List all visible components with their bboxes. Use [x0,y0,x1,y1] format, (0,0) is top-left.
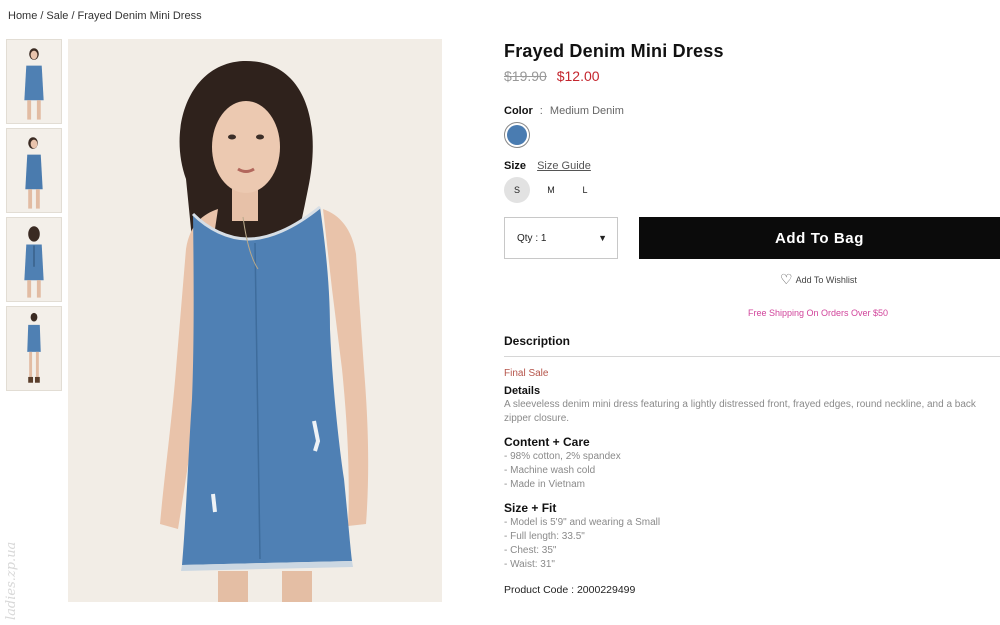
color-swatch-medium-denim[interactable] [504,122,530,148]
original-price: $19.90 [504,68,547,84]
breadcrumb-current: Frayed Denim Mini Dress [77,10,202,22]
breadcrumb-sale[interactable]: Sale [46,10,68,22]
content-item: - 98% cotton, 2% spandex [504,451,621,462]
size-option-m[interactable]: M [538,177,564,203]
thumbnail-front[interactable] [6,39,62,124]
size-label: Size [504,160,527,172]
add-to-wishlist-link[interactable]: ♡ Add To Wishlist [780,271,1000,288]
fit-item: - Model is 5'9" and wearing a Small [504,517,661,528]
quantity-value: Qty : 1 [517,232,547,244]
details-text: A sleeveless denim mini dress featuring … [504,399,976,424]
details-heading: Details [504,385,541,397]
size-option-s[interactable]: S [504,177,530,203]
size-options: S M L [504,177,1000,203]
thumbnail-back[interactable] [6,217,62,302]
description-heading: Description [504,334,1000,357]
product-info: Frayed Denim Mini Dress $19.90 $12.00 Co… [504,39,1000,596]
product-title: Frayed Denim Mini Dress [504,41,724,61]
swatch-fill [507,125,527,145]
final-sale-label: Final Sale [504,368,549,379]
wishlist-label: Add To Wishlist [795,274,857,285]
price-row: $19.90 $12.00 [504,68,1000,84]
size-guide-link[interactable]: Size Guide [537,160,591,172]
color-colon: : [539,105,543,117]
breadcrumb-home[interactable]: Home [8,10,37,22]
size-fit-list: - Model is 5'9" and wearing a Small - Fu… [504,516,1000,572]
fit-item: - Full length: 33.5" [504,531,585,542]
buy-row: Qty : 1 ▼ Add To Bag [504,217,1000,259]
breadcrumb-separator: / [71,10,75,22]
breadcrumb-separator: / [40,10,44,22]
product-code: Product Code : 2000229499 [504,584,636,596]
content-item: - Machine wash cold [504,465,596,476]
watermark: ladies.zp.ua [4,541,19,620]
content-care-heading: Content + Care [504,435,590,449]
main-product-image[interactable] [68,39,442,602]
color-row: Color : Medium Denim [504,105,1000,117]
heart-icon: ♡ [780,271,793,287]
caret-down-icon: ▼ [598,233,607,243]
color-label: Color [504,105,533,117]
fit-item: - Chest: 35" [504,545,557,556]
content-item: - Made in Vietnam [504,479,585,490]
thumbnail-full[interactable] [6,306,62,391]
add-to-bag-button[interactable]: Add To Bag [639,217,1000,259]
fit-item: - Waist: 31" [504,559,555,570]
quantity-select[interactable]: Qty : 1 ▼ [504,217,618,259]
thumbnail-gallery [6,39,62,395]
size-fit-heading: Size + Fit [504,501,557,515]
content-care-list: - 98% cotton, 2% spandex - Machine wash … [504,450,1000,492]
thumbnail-side[interactable] [6,128,62,213]
sale-price: $12.00 [556,68,600,84]
size-row: Size Size Guide [504,160,1000,172]
size-option-l[interactable]: L [572,177,598,203]
free-shipping-notice: Free Shipping On Orders Over $50 [748,308,889,318]
breadcrumb: Home / Sale / Frayed Denim Mini Dress [8,10,202,22]
color-value: Medium Denim [549,105,624,117]
